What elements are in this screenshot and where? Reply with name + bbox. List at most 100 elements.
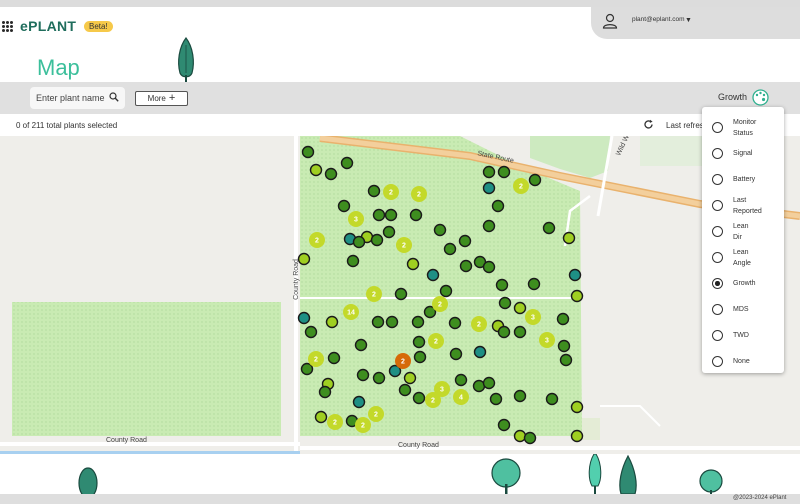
plant-marker[interactable] (473, 345, 487, 359)
plant-marker[interactable] (372, 208, 386, 222)
plant-marker[interactable] (340, 156, 354, 170)
plant-marker[interactable] (406, 257, 420, 271)
plant-marker[interactable] (384, 208, 398, 222)
palette-icon[interactable] (752, 89, 769, 106)
plant-marker[interactable] (411, 315, 425, 329)
radio-button[interactable] (712, 278, 723, 289)
radio-button[interactable] (712, 252, 723, 263)
color-option-none[interactable]: None (702, 351, 784, 373)
plant-marker[interactable] (372, 371, 386, 385)
color-option-monitor-status[interactable]: Monitor Status (702, 117, 784, 139)
color-option-lean-angle[interactable]: Lean Angle (702, 247, 784, 269)
plant-marker[interactable] (545, 392, 559, 406)
plant-marker[interactable] (482, 219, 496, 233)
plant-marker[interactable] (459, 259, 473, 273)
radio-button[interactable] (712, 330, 723, 341)
plant-marker[interactable] (398, 383, 412, 397)
color-option-mds[interactable]: MDS (702, 299, 784, 321)
plant-search-input[interactable] (36, 91, 108, 105)
plant-marker[interactable] (301, 145, 315, 159)
plant-marker[interactable] (542, 221, 556, 235)
plant-marker[interactable] (300, 362, 314, 376)
plant-marker[interactable] (482, 165, 496, 179)
more-filters-button[interactable]: More + (135, 91, 188, 106)
plant-map[interactable]: 2 2 2 3 2 2 14 2 2 2 3 2 3 2 2 3 2 4 2 2 2 State Route Wild … (0, 136, 800, 454)
color-option-twd[interactable]: TWD (702, 325, 784, 347)
plant-marker[interactable] (482, 376, 496, 390)
color-option-lean-dir[interactable]: Lean Dir (702, 221, 784, 243)
plant-marker[interactable] (297, 252, 311, 266)
plant-marker[interactable] (449, 347, 463, 361)
plant-marker[interactable] (385, 315, 399, 329)
plant-marker[interactable] (346, 254, 360, 268)
plant-marker[interactable] (513, 389, 527, 403)
plant-marker[interactable] (325, 315, 339, 329)
plant-marker[interactable] (559, 353, 573, 367)
plant-marker[interactable] (570, 289, 584, 303)
plant-marker[interactable] (394, 287, 408, 301)
plant-marker[interactable] (356, 368, 370, 382)
plant-marker[interactable] (309, 163, 323, 177)
plant-marker[interactable] (354, 338, 368, 352)
radio-button[interactable] (712, 356, 723, 367)
plant-marker[interactable] (497, 325, 511, 339)
plant-marker[interactable] (495, 278, 509, 292)
plant-marker[interactable] (482, 260, 496, 274)
color-option-last-reported[interactable]: Last Reported (702, 195, 784, 217)
color-by-label[interactable]: Growth (718, 92, 747, 102)
plant-marker[interactable] (297, 311, 311, 325)
plant-marker[interactable] (367, 184, 381, 198)
plant-marker[interactable] (513, 301, 527, 315)
plant-marker[interactable] (370, 233, 384, 247)
radio-button[interactable] (712, 304, 723, 315)
color-option-battery[interactable]: Battery (702, 169, 784, 191)
plant-marker[interactable] (562, 231, 576, 245)
user-menu[interactable]: plant@eplant.com ▼ (591, 7, 800, 39)
chevron-down-icon[interactable]: ▼ (685, 17, 692, 24)
plant-marker[interactable] (327, 351, 341, 365)
radio-button[interactable] (712, 148, 723, 159)
plant-marker[interactable] (513, 429, 527, 443)
plant-marker[interactable] (324, 167, 338, 181)
plant-marker[interactable] (409, 208, 423, 222)
plant-marker[interactable] (448, 316, 462, 330)
color-option-signal[interactable]: Signal (702, 143, 784, 165)
plant-marker[interactable] (403, 371, 417, 385)
plant-marker[interactable] (352, 235, 366, 249)
plant-marker[interactable] (498, 296, 512, 310)
plant-marker[interactable] (528, 173, 542, 187)
plant-marker[interactable] (472, 379, 486, 393)
plant-marker[interactable] (523, 431, 537, 445)
search-icon[interactable] (109, 92, 119, 102)
radio-button[interactable] (712, 226, 723, 237)
plant-marker[interactable] (314, 410, 328, 424)
plant-marker[interactable] (412, 335, 426, 349)
plant-marker[interactable] (337, 199, 351, 213)
plant-marker[interactable] (568, 268, 582, 282)
plant-marker[interactable] (527, 277, 541, 291)
plant-marker[interactable] (426, 268, 440, 282)
color-option-growth[interactable]: Growth (702, 273, 784, 295)
plant-marker[interactable] (318, 385, 332, 399)
plant-marker[interactable] (489, 392, 503, 406)
radio-button[interactable] (712, 174, 723, 185)
plant-marker[interactable] (412, 391, 426, 405)
plant-marker[interactable] (352, 395, 366, 409)
plant-marker[interactable] (497, 418, 511, 432)
plant-marker[interactable] (570, 400, 584, 414)
plant-marker[interactable] (570, 429, 584, 443)
plant-marker[interactable] (458, 234, 472, 248)
refresh-icon[interactable] (643, 119, 654, 130)
plant-marker[interactable] (497, 165, 511, 179)
plant-marker[interactable] (371, 315, 385, 329)
plant-marker[interactable] (557, 339, 571, 353)
plant-marker[interactable] (304, 325, 318, 339)
radio-button[interactable] (712, 200, 723, 211)
plant-marker[interactable] (382, 225, 396, 239)
plant-marker[interactable] (454, 373, 468, 387)
plant-marker[interactable] (556, 312, 570, 326)
plant-marker[interactable] (482, 181, 496, 195)
plant-marker[interactable] (439, 284, 453, 298)
apps-grid-icon[interactable] (2, 21, 13, 32)
radio-button[interactable] (712, 122, 723, 133)
